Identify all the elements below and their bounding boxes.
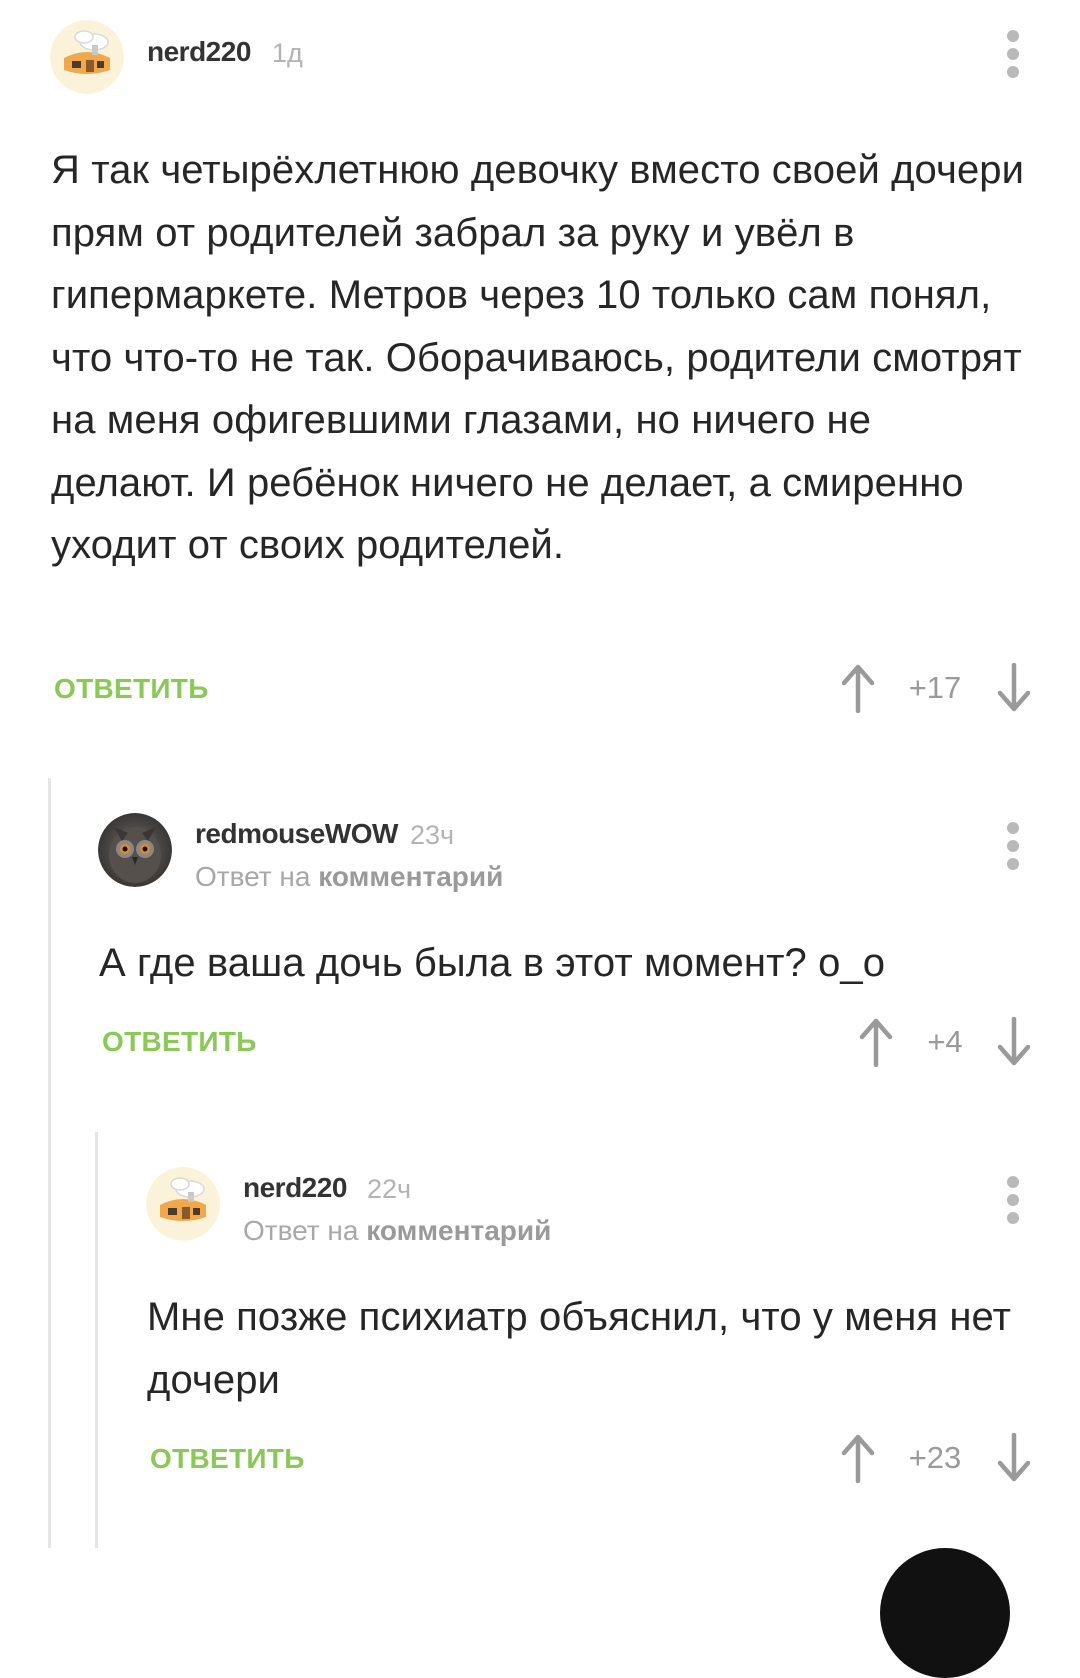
floating-action-button[interactable] <box>880 1548 1010 1678</box>
comment-3: nerd220 22ч Ответ на комментарий Мне поз… <box>0 0 1080 1574</box>
reply-to-comment-link[interactable]: комментарий <box>366 1215 551 1246</box>
reply-button[interactable]: ОТВЕТИТЬ <box>150 1443 305 1475</box>
comment-text: Мне позже психиатр объяснил, что у меня … <box>147 1295 1011 1402</box>
house-avatar-icon <box>146 1167 220 1241</box>
rating-value: +23 <box>908 1440 962 1475</box>
more-options-icon[interactable] <box>993 1170 1033 1230</box>
downvote-arrow-icon[interactable] <box>994 1433 1034 1483</box>
avatar-nerd220[interactable] <box>146 1167 220 1241</box>
reply-to-line: Ответ на комментарий <box>243 1215 551 1247</box>
upvote-arrow-icon[interactable] <box>838 1433 878 1483</box>
reply-to-prefix: Ответ на <box>243 1215 359 1246</box>
comment-time: 22ч <box>367 1174 412 1204</box>
comment-author[interactable]: nerd220 <box>243 1172 347 1204</box>
